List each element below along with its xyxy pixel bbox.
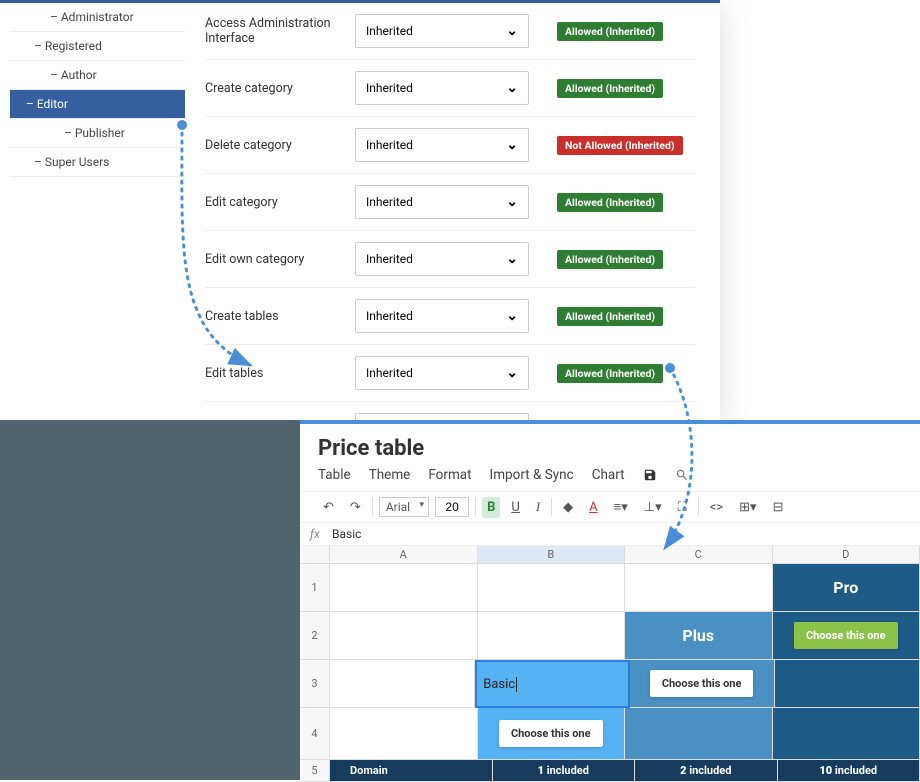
chevron-down-icon: ⌄ (506, 365, 518, 381)
status-badge: Allowed (Inherited) (557, 364, 663, 383)
choose-pro-button[interactable]: Choose this one (794, 622, 898, 649)
col-c[interactable]: C (625, 546, 773, 564)
cell-c3[interactable]: Choose this one (630, 660, 775, 708)
permission-label: Create tables (205, 309, 355, 324)
permission-row: Edit tablesInherited⌄ Allowed (Inherited) (205, 345, 695, 402)
cell-b3-active[interactable]: Basic (475, 660, 629, 708)
fx-label: ƒx (310, 527, 332, 541)
cell-c2[interactable]: Plus (625, 612, 773, 660)
status-badge: Allowed (Inherited) (557, 307, 663, 326)
row-4[interactable]: 4 (300, 708, 330, 760)
cell-d1[interactable]: Pro (773, 564, 920, 612)
cell-c4[interactable] (625, 708, 773, 760)
cell-d3[interactable] (775, 660, 920, 708)
permission-label: Create category (205, 81, 355, 96)
permission-row: Access Administration InterfaceInherited… (205, 3, 695, 60)
choose-basic-button[interactable]: Choose this one (499, 720, 603, 747)
status-badge: Allowed (Inherited) (557, 250, 663, 269)
italic-button[interactable]: I (531, 496, 545, 518)
cell-d2[interactable]: Choose this one (773, 612, 920, 660)
sidebar-item-registered[interactable]: – Registered (10, 32, 185, 61)
permission-select[interactable]: Inherited⌄ (355, 128, 529, 162)
status-badge: Allowed (Inherited) (557, 22, 663, 41)
cell-c1[interactable] (625, 564, 773, 612)
row-2[interactable]: 2 (300, 612, 330, 660)
permission-label: Edit category (205, 195, 355, 210)
permission-select[interactable]: Inherited⌄ (355, 356, 529, 390)
chevron-down-icon: ⌄ (506, 137, 518, 153)
chevron-down-icon: ⌄ (506, 194, 518, 210)
permission-row: Edit categoryInherited⌄ Allowed (Inherite… (205, 174, 695, 231)
permission-label: Edit tables (205, 366, 355, 381)
sidebar-item-publisher[interactable]: – Publisher (10, 119, 185, 148)
fill-color-icon[interactable]: ◆ (558, 497, 578, 518)
cell-b4[interactable]: Choose this one (478, 708, 626, 760)
menu-chart[interactable]: Chart (592, 467, 625, 483)
menu-import-sync[interactable]: Import & Sync (490, 467, 574, 483)
status-badge: Allowed (Inherited) (557, 79, 663, 98)
fx-value[interactable]: Basic (332, 527, 361, 541)
cell-b2[interactable] (478, 612, 626, 660)
status-badge: Allowed (Inherited) (557, 193, 663, 212)
redo-icon[interactable]: ↷ (345, 497, 366, 518)
formula-bar: ƒx Basic (300, 523, 920, 546)
status-badge: Not Allowed (Inherited) (557, 136, 683, 155)
permission-label: Delete category (205, 138, 355, 153)
menu-theme[interactable]: Theme (369, 467, 411, 483)
toolbar: ↶ ↷ Arial B U I ◆ A ≡▾ ⊥▾ ⛶ <> ⊞▾ ⊟ (300, 491, 920, 523)
sheet-title: Price table (300, 424, 920, 467)
cell-a1[interactable] (330, 564, 478, 612)
permission-row: Create tablesInherited⌄ Allowed (Inherite… (205, 288, 695, 345)
align-icon[interactable]: ≡▾ (609, 496, 633, 518)
permission-label: Access Administration Interface (205, 16, 355, 46)
search-icon[interactable] (675, 468, 689, 482)
chevron-down-icon: ⌄ (506, 23, 518, 39)
valign-icon[interactable]: ⊥▾ (639, 497, 667, 518)
sidebar-item-administrator[interactable]: – Administrator (10, 3, 185, 32)
cell-a3[interactable] (330, 660, 475, 708)
user-groups-sidebar: – Administrator – Registered – Author – … (10, 3, 185, 177)
permission-select[interactable]: Inherited⌄ (355, 299, 529, 333)
undo-icon[interactable]: ↶ (318, 497, 339, 518)
menu-table[interactable]: Table (318, 467, 351, 483)
permission-select[interactable]: Inherited⌄ (355, 71, 529, 105)
cell-d4[interactable] (773, 708, 920, 760)
chevron-down-icon: ⌄ (506, 251, 518, 267)
menu-format[interactable]: Format (428, 467, 471, 483)
underline-button[interactable]: U (506, 497, 524, 518)
permission-select[interactable]: Inherited⌄ (355, 185, 529, 219)
permission-row: Edit own categoryInherited⌄ Allowed (Inhe… (205, 231, 695, 288)
permission-label: Edit own category (205, 252, 355, 267)
code-icon[interactable]: <> (705, 497, 728, 518)
row-1[interactable]: 1 (300, 564, 330, 612)
chevron-down-icon: ⌄ (506, 80, 518, 96)
row-3[interactable]: 3 (300, 660, 330, 708)
permission-select[interactable]: Inherited⌄ (355, 242, 529, 276)
permission-row: Delete categoryInherited⌄ Not Allowed (In… (205, 117, 695, 174)
choose-plus-button[interactable]: Choose this one (650, 670, 754, 697)
col-a[interactable]: A (330, 546, 478, 564)
sheet-menu: Table Theme Format Import & Sync Chart (300, 467, 920, 491)
permission-row: Create categoryInherited⌄ Allowed (Inheri… (205, 60, 695, 117)
merge-icon[interactable]: ⊟ (768, 497, 789, 518)
cell-b1[interactable] (478, 564, 626, 612)
text-color-icon[interactable]: A (584, 497, 602, 518)
spreadsheet-grid: A B C D 1 Pro 2 Plus Choose this one 3 B… (300, 546, 920, 782)
font-size-input[interactable] (435, 497, 469, 517)
bold-button[interactable]: B (482, 497, 500, 518)
cell-a2[interactable] (330, 612, 478, 660)
sidebar-item-super-users[interactable]: – Super Users (10, 148, 185, 177)
save-icon[interactable] (643, 468, 657, 482)
sidebar-item-author[interactable]: – Author (10, 61, 185, 90)
font-select[interactable]: Arial (379, 497, 429, 517)
grid-icon[interactable]: ⊞▾ (734, 497, 761, 518)
permission-select[interactable]: Inherited⌄ (355, 14, 529, 48)
col-d[interactable]: D (773, 546, 920, 564)
fullscreen-icon[interactable]: ⛶ (673, 497, 692, 518)
select-all-corner[interactable] (300, 546, 330, 564)
chevron-down-icon: ⌄ (506, 308, 518, 324)
cell-a4[interactable] (330, 708, 478, 760)
col-b[interactable]: B (478, 546, 626, 564)
sidebar-item-editor[interactable]: – Editor (10, 90, 185, 119)
